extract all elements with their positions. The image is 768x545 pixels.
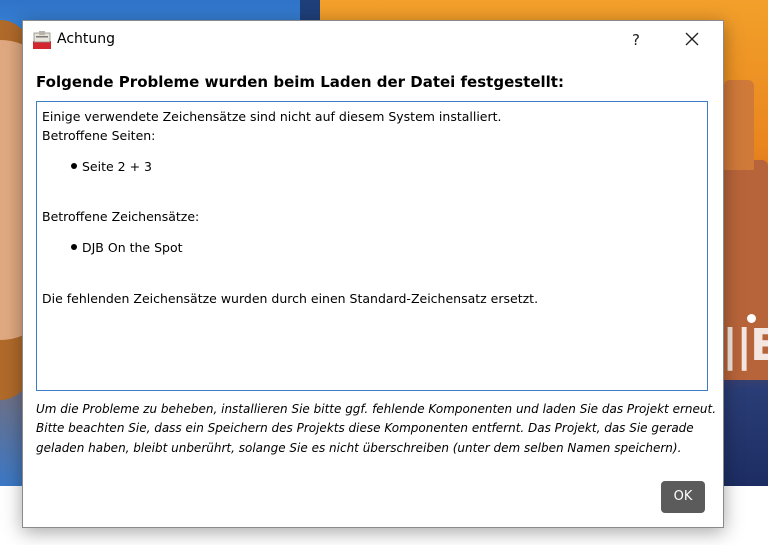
ok-button[interactable]: OK xyxy=(661,481,705,513)
warning-dialog: Achtung ? Folgende Probleme wurden beim … xyxy=(22,20,724,528)
affected-pages-label: Betroffene Seiten: xyxy=(42,128,156,143)
list-item: Seite 2 + 3 xyxy=(71,159,152,174)
title-bar[interactable]: Achtung ? xyxy=(23,21,723,59)
close-button[interactable] xyxy=(668,23,716,57)
report-intro: Einige verwendete Zeichensätze sind nich… xyxy=(42,109,502,124)
affected-page: Seite 2 + 3 xyxy=(82,159,152,174)
affected-font: DJB On the Spot xyxy=(82,240,183,255)
bullet-icon xyxy=(71,163,77,169)
background-sign-decoration: ||E xyxy=(722,320,768,371)
dialog-heading: Folgende Probleme wurden beim Laden der … xyxy=(36,73,564,91)
close-icon xyxy=(685,32,699,46)
help-button[interactable]: ? xyxy=(613,23,659,57)
problem-report-textbox[interactable]: Einige verwendete Zeichensätze sind nich… xyxy=(36,101,708,391)
list-item: DJB On the Spot xyxy=(71,240,183,255)
app-photo-book-icon xyxy=(32,30,52,50)
instructions-text: Um die Probleme zu beheben, installieren… xyxy=(36,402,717,455)
bullet-icon xyxy=(71,244,77,250)
report-resolution: Die fehlenden Zeichensätze wurden durch … xyxy=(42,291,539,306)
affected-fonts-label: Betroffene Zeichensätze: xyxy=(42,209,200,224)
window-title: Achtung xyxy=(57,31,116,47)
